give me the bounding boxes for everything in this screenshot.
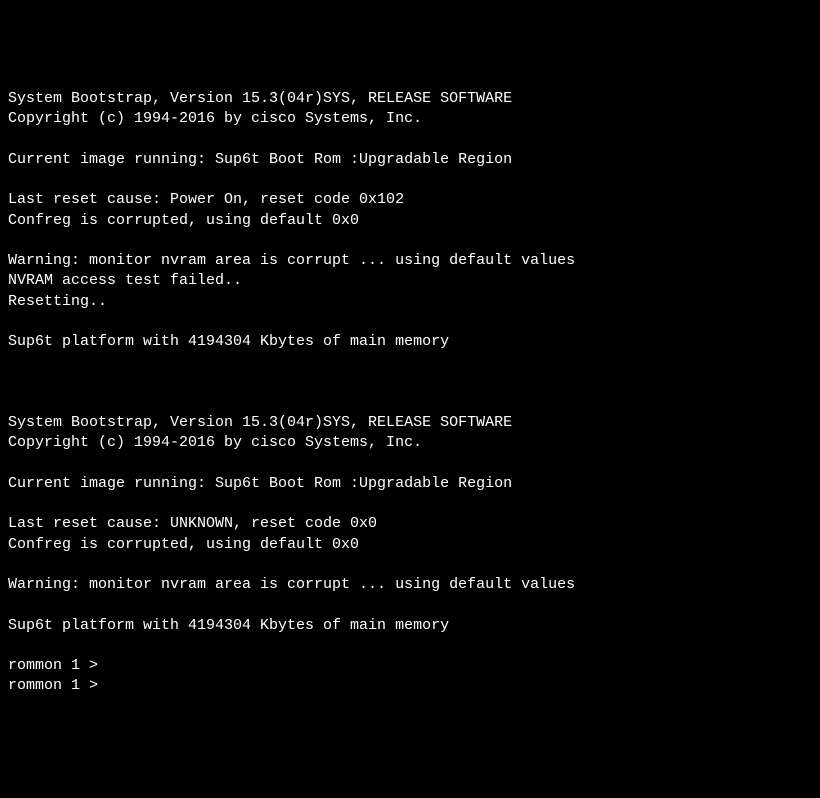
terminal-output[interactable]: System Bootstrap, Version 15.3(04r)SYS, … xyxy=(8,89,812,697)
